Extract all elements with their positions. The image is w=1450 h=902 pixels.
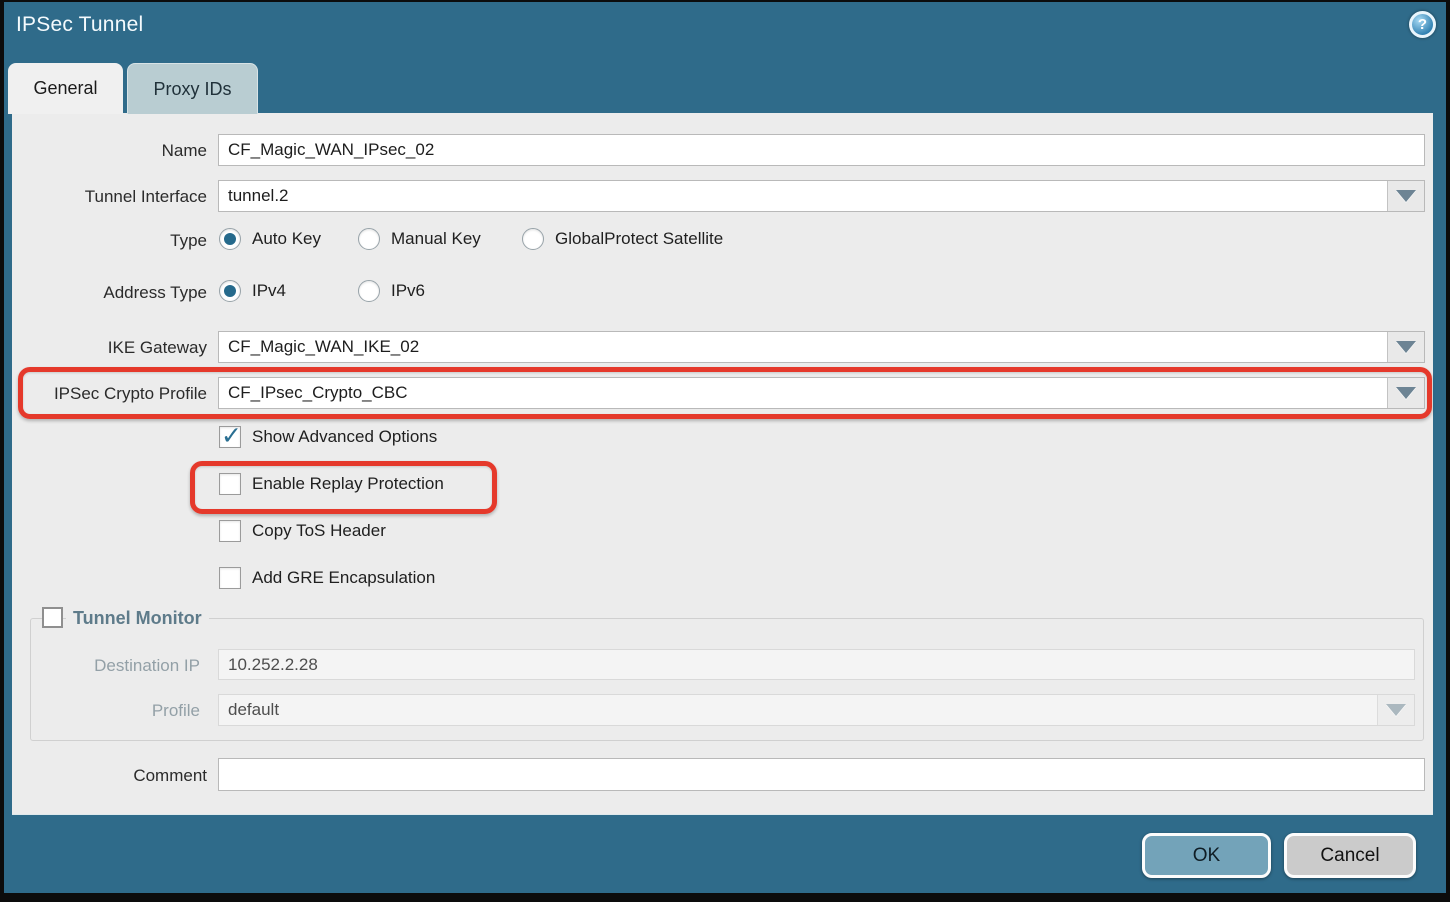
chevron-down-icon — [1396, 190, 1416, 202]
profile-field — [218, 694, 1415, 726]
tunnel-interface-label: Tunnel Interface — [20, 187, 207, 207]
type-radio-group: Auto Key Manual Key GlobalProtect Satell… — [0, 228, 1450, 256]
ike-gateway-label: IKE Gateway — [20, 338, 207, 358]
comment-label: Comment — [20, 766, 207, 786]
radio-label: GlobalProtect Satellite — [555, 229, 723, 249]
tunnel-interface-field[interactable] — [218, 180, 1425, 212]
checkbox-box[interactable] — [219, 473, 241, 495]
cancel-button[interactable]: Cancel — [1284, 833, 1416, 878]
checkbox-box[interactable] — [219, 567, 241, 589]
radio-circle[interactable] — [522, 228, 544, 250]
chevron-down-icon — [1386, 704, 1406, 716]
checkbox-label: Copy ToS Header — [252, 521, 386, 541]
chevron-down-icon — [1396, 341, 1416, 353]
radio-circle[interactable] — [358, 228, 380, 250]
tab-general[interactable]: General — [8, 63, 123, 114]
destination-ip-field — [218, 649, 1415, 680]
checkbox-show-advanced-options[interactable]: Show Advanced Options — [219, 426, 437, 448]
checkbox-box[interactable] — [219, 520, 241, 542]
radio-ipv4[interactable]: IPv4 — [219, 280, 286, 302]
radio-globalprotect-satellite[interactable]: GlobalProtect Satellite — [522, 228, 723, 250]
ipsec-crypto-profile-label: IPSec Crypto Profile — [20, 384, 207, 404]
name-input[interactable] — [219, 135, 1424, 165]
radio-label: Manual Key — [391, 229, 481, 249]
radio-ipv6[interactable]: IPv6 — [358, 280, 425, 302]
tab-proxy-ids-label: Proxy IDs — [153, 79, 231, 100]
radio-label: IPv4 — [252, 281, 286, 301]
ok-button-label: OK — [1193, 845, 1220, 867]
ike-gateway-input[interactable] — [219, 332, 1387, 362]
radio-circle[interactable] — [358, 280, 380, 302]
help-icon[interactable] — [1409, 11, 1436, 38]
checkbox-label: Enable Replay Protection — [252, 474, 444, 494]
ike-gateway-dropdown-button[interactable] — [1387, 332, 1424, 362]
radio-auto-key[interactable]: Auto Key — [219, 228, 321, 250]
address-type-radio-group: IPv4 IPv6 — [0, 280, 1450, 308]
checkbox-add-gre-encapsulation[interactable]: Add GRE Encapsulation — [219, 567, 435, 589]
tunnel-monitor-label: Tunnel Monitor — [66, 605, 209, 631]
tunnel-interface-input[interactable] — [219, 181, 1387, 211]
checkbox-enable-replay-protection[interactable]: Enable Replay Protection — [219, 473, 444, 495]
profile-input — [219, 695, 1377, 725]
radio-circle[interactable] — [219, 280, 241, 302]
radio-label: IPv6 — [391, 281, 425, 301]
tab-general-label: General — [33, 78, 97, 99]
cancel-button-label: Cancel — [1320, 845, 1379, 867]
radio-circle[interactable] — [219, 228, 241, 250]
profile-dropdown-button — [1377, 695, 1414, 725]
dialog-title: IPSec Tunnel — [16, 13, 143, 37]
comment-input[interactable] — [219, 759, 1424, 790]
name-field[interactable] — [218, 134, 1425, 166]
profile-label: Profile — [40, 701, 200, 721]
tab-proxy-ids[interactable]: Proxy IDs — [127, 63, 258, 114]
tunnel-monitor-checkbox[interactable] — [42, 607, 63, 628]
ipsec-crypto-profile-dropdown-button[interactable] — [1387, 378, 1424, 408]
ike-gateway-field[interactable] — [218, 331, 1425, 363]
tunnel-interface-dropdown-button[interactable] — [1387, 181, 1424, 211]
checkbox-label: Add GRE Encapsulation — [252, 568, 435, 588]
checkbox-box[interactable] — [219, 426, 241, 448]
ipsec-crypto-profile-field[interactable] — [218, 377, 1425, 409]
checkbox-label: Show Advanced Options — [252, 427, 437, 447]
chevron-down-icon — [1396, 387, 1416, 399]
checkbox-copy-tos-header[interactable]: Copy ToS Header — [219, 520, 386, 542]
radio-label: Auto Key — [252, 229, 321, 249]
comment-field[interactable] — [218, 758, 1425, 791]
destination-ip-label: Destination IP — [40, 656, 200, 676]
destination-ip-input — [219, 650, 1414, 679]
name-label: Name — [20, 141, 207, 161]
radio-manual-key[interactable]: Manual Key — [358, 228, 481, 250]
ipsec-tunnel-dialog: IPSec Tunnel General Proxy IDs Name Tunn… — [0, 0, 1450, 902]
ok-button[interactable]: OK — [1142, 833, 1271, 878]
ipsec-crypto-profile-input[interactable] — [219, 378, 1387, 408]
